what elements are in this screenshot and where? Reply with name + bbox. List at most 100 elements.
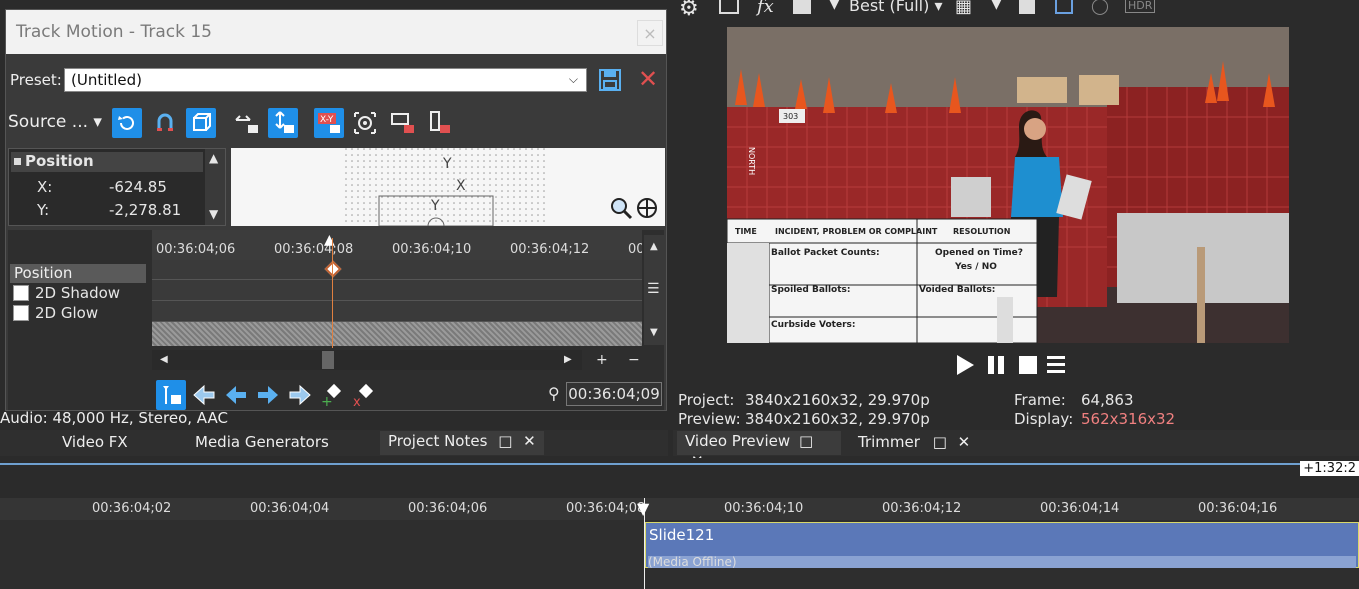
lane-2d-glow[interactable] xyxy=(152,302,642,322)
preset-dropdown[interactable]: (Untitled) ⌵ xyxy=(64,68,587,92)
chevron-down-icon[interactable]: ▼ xyxy=(209,207,218,221)
position-properties: Position X: -624.85 Y: -2,278.81 ▲ ▼ xyxy=(8,148,226,226)
menu-icon[interactable] xyxy=(1046,354,1066,378)
fx-icon[interactable]: fx xyxy=(757,0,774,17)
checkbox[interactable] xyxy=(13,285,29,301)
chevron-left-icon[interactable]: ◀ xyxy=(160,354,168,365)
next-keyframe-icon[interactable] xyxy=(256,384,280,410)
clip-name: Slide121 xyxy=(649,526,715,544)
chevron-right-icon[interactable]: ▶ xyxy=(564,354,572,365)
save-snapshot-icon[interactable] xyxy=(1055,0,1073,14)
timeline-loop-bar[interactable] xyxy=(0,463,1359,465)
tab-media-generators[interactable]: Media Generators xyxy=(195,433,329,451)
sync-cursor-lock-icon[interactable] xyxy=(156,380,186,410)
snap-magnet-icon[interactable] xyxy=(150,108,180,138)
motion-preview-canvas[interactable]: Y X Y xyxy=(231,148,665,226)
first-keyframe-icon[interactable] xyxy=(192,384,216,410)
move-x-lock-icon[interactable] xyxy=(232,108,262,138)
y-value[interactable]: -2,278.81 xyxy=(109,201,181,219)
close-icon[interactable]: × xyxy=(637,20,663,46)
current-time-field[interactable]: 00:36:04;09 xyxy=(566,382,662,406)
previous-keyframe-icon[interactable] xyxy=(224,384,248,410)
grid-icon[interactable]: ▦ xyxy=(955,0,972,17)
delete-keyframe-icon[interactable]: x xyxy=(352,383,376,411)
property-position[interactable]: Position xyxy=(10,264,146,283)
close-icon[interactable]: ✕ xyxy=(523,432,536,450)
external-monitor-icon[interactable] xyxy=(719,0,739,14)
rotate-icon[interactable] xyxy=(112,108,142,138)
preset-label: Preset: xyxy=(10,71,62,89)
chevron-down-icon[interactable]: ▼ xyxy=(829,0,840,12)
preview-quality-dropdown[interactable]: Best (Full) ▾ xyxy=(849,0,942,15)
tab-video-preview[interactable]: Video Preview □ ✕ xyxy=(677,431,841,470)
position-scrollbar[interactable]: ▲ ▼ xyxy=(205,149,225,225)
tab-project-notes-label: Project Notes xyxy=(388,432,488,450)
source-dropdown[interactable]: Source ... ▾ xyxy=(8,112,102,132)
playhead-marker-icon[interactable]: ▲ xyxy=(324,232,335,248)
lane-2d-shadow[interactable] xyxy=(152,281,642,301)
lane-position[interactable] xyxy=(152,260,642,280)
gear-icon[interactable]: ⚙ xyxy=(679,0,699,21)
split-screen-icon[interactable] xyxy=(793,0,811,14)
zoom-in-button[interactable]: + xyxy=(596,352,608,368)
stop-icon[interactable] xyxy=(1018,355,1038,379)
scroll-thumb[interactable] xyxy=(322,351,334,369)
3d-box-icon[interactable] xyxy=(186,108,216,138)
keyframe-vertical-scrollbar[interactable]: ▲ ☰ ▼ xyxy=(644,235,664,345)
ruler-label: 00:36:04;12 xyxy=(510,242,590,257)
playhead-marker-icon[interactable]: ▼ xyxy=(637,499,649,518)
save-icon[interactable] xyxy=(598,68,622,92)
track-motion-title: Track Motion - Track 15 xyxy=(6,10,666,54)
menu-icon[interactable]: ☰ xyxy=(647,281,660,297)
restore-window-icon[interactable]: □ xyxy=(799,432,813,450)
restore-window-icon[interactable]: □ xyxy=(498,432,512,450)
add-keyframe-icon[interactable]: + xyxy=(320,383,344,411)
chevron-up-icon[interactable]: ▲ xyxy=(650,241,658,252)
property-2d-glow[interactable]: 2D Glow xyxy=(10,304,146,323)
svg-text:x: x xyxy=(353,395,361,407)
tab-trimmer[interactable]: Trimmer □ ✕ xyxy=(858,433,970,451)
tab-trimmer-label: Trimmer xyxy=(858,433,920,451)
chevron-down-icon[interactable]: ▼ xyxy=(991,0,1002,12)
last-keyframe-icon[interactable] xyxy=(288,384,312,410)
scale-x-lock-icon[interactable] xyxy=(388,108,418,138)
move-icon[interactable] xyxy=(635,196,659,224)
preview-quality-label: Best (Full) xyxy=(849,0,930,15)
play-icon[interactable] xyxy=(955,354,975,380)
close-icon[interactable]: ✕ xyxy=(958,433,971,451)
position-header[interactable]: Position xyxy=(11,152,203,172)
zoom-out-button[interactable]: − xyxy=(628,352,640,368)
xy-lock-icon[interactable]: X-Y xyxy=(314,108,344,138)
restore-window-icon[interactable]: □ xyxy=(933,433,947,451)
video-track[interactable]: Slide121 (Media Offline) xyxy=(0,520,1359,589)
timeline-ruler[interactable]: 00:36:04;02 00:36:04;04 00:36:04;06 00:3… xyxy=(0,498,1359,520)
zoom-icon[interactable] xyxy=(609,196,633,224)
chevron-down-icon[interactable]: ▼ xyxy=(650,327,658,338)
track-motion-window: Track Motion - Track 15 × Preset: (Untit… xyxy=(5,9,667,411)
video-preview-panel: ⚙ fx ▼ Best (Full) ▾ ▦ ▼ ◯ HDR TIME INCI… xyxy=(673,0,1359,470)
ruler-label: 00:36:04;04 xyxy=(250,501,330,516)
opened-on-time: Opened on Time? xyxy=(935,248,1023,258)
chevron-up-icon[interactable]: ▲ xyxy=(209,151,218,165)
keyframe-ruler[interactable]: 00:36:04;06 00:36:04;08 00:36:04;10 00:3… xyxy=(152,230,642,260)
property-2d-shadow[interactable]: 2D Shadow xyxy=(10,284,146,303)
timeline-clip[interactable]: Slide121 (Media Offline) xyxy=(645,522,1359,568)
center-target-icon[interactable] xyxy=(350,108,380,138)
ruler-label: 00:36:04;08 xyxy=(274,242,354,257)
delete-preset-icon[interactable]: ✕ xyxy=(636,67,660,93)
checkbox[interactable] xyxy=(13,305,29,321)
move-y-lock-icon[interactable] xyxy=(268,108,298,138)
copy-snapshot-icon[interactable] xyxy=(1019,0,1035,14)
x-value[interactable]: -624.85 xyxy=(109,178,167,196)
keyframe-lanes[interactable] xyxy=(152,260,642,322)
keyframe-horizontal-scrollbar[interactable]: ◀ ▶ xyxy=(152,350,582,370)
tab-video-fx[interactable]: Video FX xyxy=(62,433,128,451)
scale-y-lock-icon[interactable] xyxy=(424,108,454,138)
pause-icon[interactable] xyxy=(986,355,1006,379)
tab-project-notes[interactable]: Project Notes □ ✕ xyxy=(380,431,544,455)
yes-no: Yes / NO xyxy=(955,262,997,272)
hdr-icon[interactable]: HDR xyxy=(1125,0,1156,13)
voided-ballots: Voided Ballots: xyxy=(919,285,996,295)
left-dock-tabs: Video FX Media Generators Project Notes … xyxy=(0,430,668,456)
overlay-icon[interactable]: ◯ xyxy=(1091,0,1109,15)
